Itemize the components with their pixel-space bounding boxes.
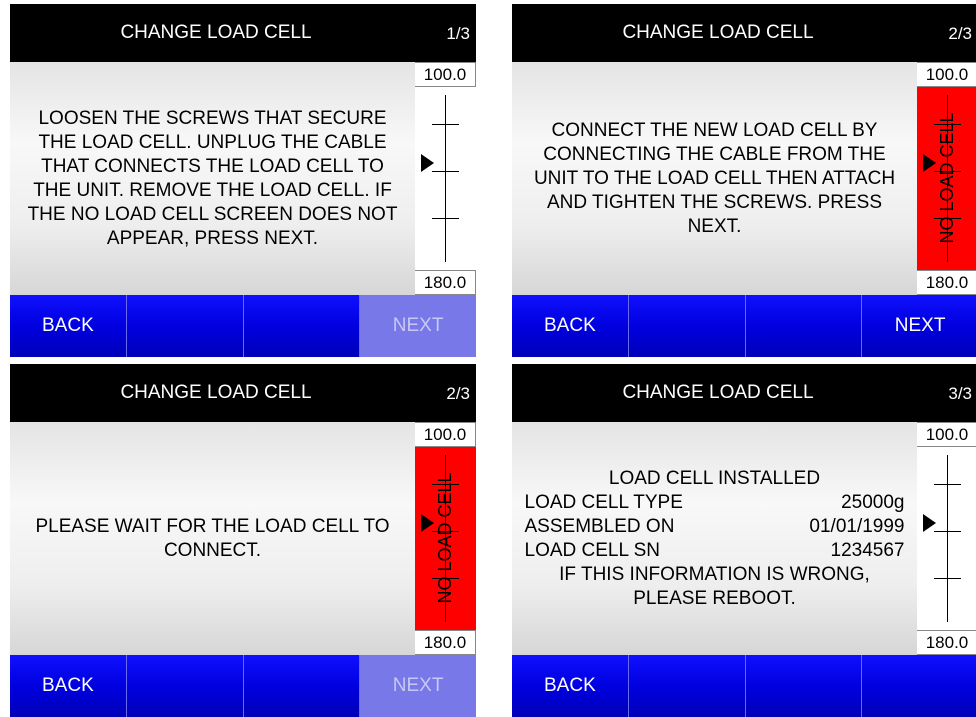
gauge-bottom-value: 180.0 bbox=[917, 630, 976, 655]
info-row: ASSEMBLED ON 01/01/1999 bbox=[525, 515, 905, 539]
button-bar: BACK NEXT bbox=[10, 655, 476, 717]
gauge-bottom-value: 180.0 bbox=[415, 630, 476, 655]
page-indicator: 2/3 bbox=[948, 24, 972, 43]
header-bar: CHANGE LOAD CELL 2/3 bbox=[512, 4, 976, 62]
info-label: LOAD CELL SN bbox=[524, 539, 661, 561]
no-load-cell-label: NO LOAD CELL bbox=[937, 112, 957, 244]
gauge-bottom-value: 180.0 bbox=[917, 270, 976, 295]
pointer-triangle-icon bbox=[421, 154, 434, 172]
screen-title: CHANGE LOAD CELL bbox=[622, 382, 814, 403]
back-button[interactable]: BACK bbox=[512, 655, 629, 717]
blank-button[interactable] bbox=[862, 655, 976, 717]
screen-title: CHANGE LOAD CELL bbox=[120, 382, 312, 403]
gauge-bottom-value: 180.0 bbox=[415, 270, 476, 295]
change-load-cell-screen-step-2-wait: CHANGE LOAD CELL 2/3 PLEASE WAIT FOR THE… bbox=[10, 364, 476, 717]
gauge-tick bbox=[934, 578, 961, 579]
gauge-top-value: 100.0 bbox=[415, 62, 476, 87]
screen-title: CHANGE LOAD CELL bbox=[120, 22, 312, 43]
change-load-cell-screen-step-2-connect: CHANGE LOAD CELL 2/3 CONNECT THE NEW LOA… bbox=[512, 4, 976, 357]
next-button[interactable]: NEXT bbox=[862, 295, 976, 357]
header-bar: CHANGE LOAD CELL 2/3 bbox=[10, 364, 476, 422]
gauge-tick bbox=[432, 171, 459, 172]
message-area: PLEASE WAIT FOR THE LOAD CELL TO CONNECT… bbox=[10, 422, 415, 655]
instruction-message: PLEASE WAIT FOR THE LOAD CELL TO CONNECT… bbox=[35, 515, 390, 561]
installed-heading: LOAD CELL INSTALLED bbox=[608, 467, 821, 489]
pointer-triangle-icon bbox=[923, 514, 936, 532]
change-load-cell-screen-step-1: CHANGE LOAD CELL 1/3 LOOSEN THE SCREWS T… bbox=[10, 4, 476, 357]
blank-button[interactable] bbox=[244, 295, 361, 357]
info-value: 01/01/1999 bbox=[809, 515, 905, 537]
blank-button[interactable] bbox=[629, 295, 746, 357]
blank-button[interactable] bbox=[746, 295, 863, 357]
instruction-message: CONNECT THE NEW LOAD CELL BY CONNECTING … bbox=[533, 119, 896, 237]
load-gauge: NO LOAD CELL bbox=[415, 447, 476, 630]
button-bar: BACK bbox=[512, 655, 976, 717]
screen-title: CHANGE LOAD CELL bbox=[622, 22, 814, 43]
info-value: 1234567 bbox=[830, 539, 905, 561]
gauge-top-value: 100.0 bbox=[415, 422, 476, 447]
gauge-scale-line bbox=[947, 455, 948, 622]
page-indicator: 2/3 bbox=[446, 384, 470, 403]
back-button[interactable]: BACK bbox=[512, 295, 629, 357]
blank-button[interactable] bbox=[746, 655, 863, 717]
blank-button[interactable] bbox=[629, 655, 746, 717]
info-label: ASSEMBLED ON bbox=[524, 515, 675, 537]
message-area: LOAD CELL INSTALLED LOAD CELL TYPE 25000… bbox=[512, 422, 917, 655]
load-gauge bbox=[415, 87, 476, 270]
blank-button[interactable] bbox=[244, 655, 361, 717]
blank-button[interactable] bbox=[127, 655, 244, 717]
info-value: 25000g bbox=[841, 491, 905, 513]
page-indicator: 3/3 bbox=[948, 384, 972, 403]
next-button[interactable]: NEXT bbox=[360, 655, 476, 717]
load-cell-info: LOAD CELL INSTALLED LOAD CELL TYPE 25000… bbox=[525, 467, 905, 611]
info-label: LOAD CELL TYPE bbox=[524, 491, 683, 513]
info-row: LOAD CELL TYPE 25000g bbox=[525, 491, 905, 515]
info-row: LOAD CELL SN 1234567 bbox=[525, 539, 905, 563]
message-area: LOOSEN THE SCREWS THAT SECURE THE LOAD C… bbox=[10, 62, 415, 295]
load-gauge bbox=[917, 447, 976, 630]
gauge-tick bbox=[432, 218, 459, 219]
reboot-note: IF THIS INFORMATION IS WRONG, PLEASE REB… bbox=[559, 563, 870, 609]
header-bar: CHANGE LOAD CELL 1/3 bbox=[10, 4, 476, 62]
message-area: CONNECT THE NEW LOAD CELL BY CONNECTING … bbox=[512, 62, 917, 295]
load-gauge: NO LOAD CELL bbox=[917, 87, 976, 270]
gauge-tick bbox=[934, 484, 961, 485]
gauge-top-value: 100.0 bbox=[917, 62, 976, 87]
gauge-top-value: 100.0 bbox=[917, 422, 976, 447]
next-button[interactable]: NEXT bbox=[360, 295, 476, 357]
gauge-tick bbox=[432, 124, 459, 125]
gauge-scale-line bbox=[445, 95, 446, 262]
back-button[interactable]: BACK bbox=[10, 655, 127, 717]
page-indicator: 1/3 bbox=[446, 24, 470, 43]
change-load-cell-screen-step-3: CHANGE LOAD CELL 3/3 LOAD CELL INSTALLED… bbox=[512, 364, 976, 717]
button-bar: BACK NEXT bbox=[512, 295, 976, 357]
header-bar: CHANGE LOAD CELL 3/3 bbox=[512, 364, 976, 422]
no-load-cell-label: NO LOAD CELL bbox=[435, 472, 455, 604]
gauge-tick bbox=[934, 531, 961, 532]
instruction-message: LOOSEN THE SCREWS THAT SECURE THE LOAD C… bbox=[27, 107, 398, 249]
back-button[interactable]: BACK bbox=[10, 295, 127, 357]
blank-button[interactable] bbox=[127, 295, 244, 357]
button-bar: BACK NEXT bbox=[10, 295, 476, 357]
